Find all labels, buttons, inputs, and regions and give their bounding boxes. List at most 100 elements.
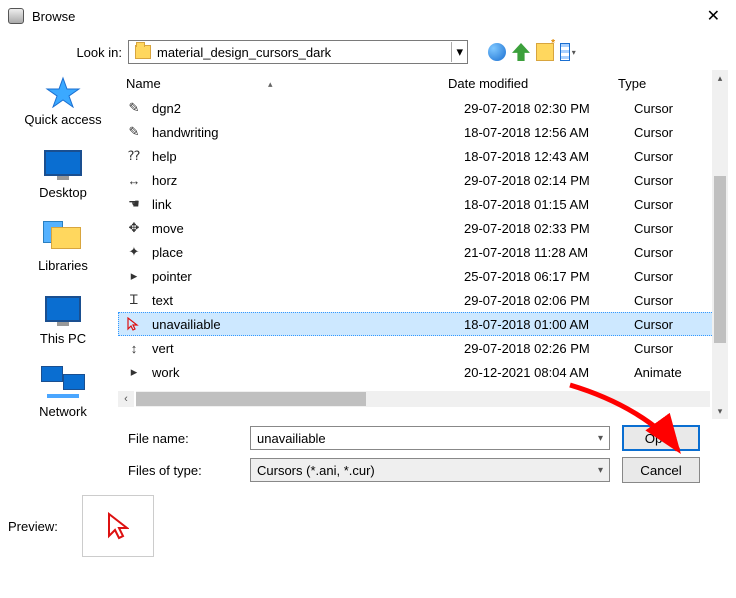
place-desktop[interactable]: Desktop bbox=[39, 145, 87, 200]
place-label: Network bbox=[39, 404, 87, 419]
file-row[interactable]: ✎dgn229-07-2018 02:30 PMCursor bbox=[118, 96, 728, 120]
file-row[interactable]: ▸pointer25-07-2018 06:17 PMCursor bbox=[118, 264, 728, 288]
chevron-down-icon[interactable]: ▾ bbox=[598, 465, 603, 476]
places-bar: Quick access Desktop Libraries This PC N… bbox=[8, 70, 118, 419]
file-name: link bbox=[152, 197, 464, 212]
vresize-icon: ↕ bbox=[126, 340, 142, 356]
file-row[interactable]: ↕vert29-07-2018 02:26 PMCursor bbox=[118, 336, 728, 360]
file-date: 21-07-2018 11:28 AM bbox=[464, 245, 634, 260]
scroll-down-icon[interactable]: ▾ bbox=[712, 403, 728, 419]
titlebar: Browse ✕ bbox=[0, 0, 736, 32]
quick-access-icon bbox=[45, 76, 81, 108]
file-row[interactable]: ✎handwriting18-07-2018 12:56 AMCursor bbox=[118, 120, 728, 144]
pen-icon: ✎ bbox=[126, 100, 142, 116]
filename-value: unavailiable bbox=[257, 431, 598, 446]
file-date: 18-07-2018 12:43 AM bbox=[464, 149, 634, 164]
file-date: 29-07-2018 02:14 PM bbox=[464, 173, 634, 188]
file-date: 29-07-2018 02:33 PM bbox=[464, 221, 634, 236]
scroll-up-icon[interactable]: ▴ bbox=[712, 70, 728, 86]
filename-label: File name: bbox=[128, 431, 238, 446]
file-name: dgn2 bbox=[152, 101, 464, 116]
file-row[interactable]: ▸work20-12-2021 08:04 AMAnimate bbox=[118, 360, 728, 384]
scroll-left-icon[interactable]: ‹ bbox=[118, 391, 134, 407]
file-date: 20-12-2021 08:04 AM bbox=[464, 365, 634, 380]
sort-indicator-icon: ▴ bbox=[268, 79, 273, 90]
place-quick-access[interactable]: Quick access bbox=[24, 76, 101, 127]
file-date: 29-07-2018 02:30 PM bbox=[464, 101, 634, 116]
lookin-value: material_design_cursors_dark bbox=[157, 45, 451, 60]
horizontal-scrollbar[interactable]: ‹ › bbox=[118, 390, 728, 408]
file-row[interactable]: Ꮖtext29-07-2018 02:06 PMCursor bbox=[118, 288, 728, 312]
vertical-scrollbar[interactable]: ▴ ▾ bbox=[712, 70, 728, 419]
column-header-name[interactable]: Name▴ bbox=[118, 76, 448, 91]
hresize-icon: ↔ bbox=[126, 172, 142, 188]
file-name: place bbox=[152, 245, 464, 260]
unav-icon bbox=[126, 316, 142, 332]
help-icon: ⁇ bbox=[126, 148, 142, 164]
place-label: Quick access bbox=[24, 112, 101, 127]
place-label: Libraries bbox=[38, 258, 88, 273]
file-name: pointer bbox=[152, 269, 464, 284]
preview-cursor-icon bbox=[107, 512, 129, 540]
app-icon bbox=[8, 8, 24, 24]
file-name: move bbox=[152, 221, 464, 236]
open-button[interactable]: Open bbox=[622, 425, 700, 451]
network-icon bbox=[41, 364, 85, 400]
file-row[interactable]: ⁇help18-07-2018 12:43 AMCursor bbox=[118, 144, 728, 168]
folder-icon bbox=[135, 45, 151, 59]
chevron-down-icon[interactable]: ▾ bbox=[451, 42, 467, 62]
desktop-icon bbox=[41, 145, 85, 181]
thispc-icon bbox=[41, 291, 85, 327]
filetype-select[interactable]: Cursors (*.ani, *.cur) ▾ bbox=[250, 458, 610, 482]
window-title: Browse bbox=[32, 9, 699, 24]
cross-icon: ✦ bbox=[126, 244, 142, 260]
hscroll-thumb[interactable] bbox=[136, 392, 366, 406]
filetype-label: Files of type: bbox=[128, 463, 238, 478]
ptr-icon: ▸ bbox=[126, 364, 142, 380]
file-date: 29-07-2018 02:26 PM bbox=[464, 341, 634, 356]
ptr-icon: ▸ bbox=[126, 268, 142, 284]
file-row[interactable]: ✥move29-07-2018 02:33 PMCursor bbox=[118, 216, 728, 240]
close-icon[interactable]: ✕ bbox=[699, 6, 728, 26]
file-name: work bbox=[152, 365, 464, 380]
lookin-combo[interactable]: material_design_cursors_dark ▾ bbox=[128, 40, 468, 64]
file-date: 25-07-2018 06:17 PM bbox=[464, 269, 634, 284]
lookin-label: Look in: bbox=[8, 45, 128, 60]
column-header-date[interactable]: Date modified bbox=[448, 76, 618, 91]
hand-icon: ☚ bbox=[126, 196, 142, 212]
pen-icon: ✎ bbox=[126, 124, 142, 140]
file-name: help bbox=[152, 149, 464, 164]
file-list: Name▴ Date modified Type ✎dgn229-07-2018… bbox=[118, 70, 728, 419]
libraries-icon bbox=[41, 218, 85, 254]
place-libraries[interactable]: Libraries bbox=[38, 218, 88, 273]
file-date: 18-07-2018 01:15 AM bbox=[464, 197, 634, 212]
file-name: unavailiable bbox=[152, 317, 464, 332]
file-row[interactable]: ☚link18-07-2018 01:15 AMCursor bbox=[118, 192, 728, 216]
preview-label: Preview: bbox=[8, 519, 58, 534]
filename-input[interactable]: unavailiable ▾ bbox=[250, 426, 610, 450]
cancel-button[interactable]: Cancel bbox=[622, 457, 700, 483]
file-row[interactable]: ↔horz29-07-2018 02:14 PMCursor bbox=[118, 168, 728, 192]
preview-pane bbox=[82, 495, 154, 557]
file-name: vert bbox=[152, 341, 464, 356]
file-date: 29-07-2018 02:06 PM bbox=[464, 293, 634, 308]
place-label: Desktop bbox=[39, 185, 87, 200]
chevron-down-icon[interactable]: ▾ bbox=[598, 433, 603, 444]
up-one-level-icon[interactable] bbox=[512, 43, 530, 61]
file-date: 18-07-2018 01:00 AM bbox=[464, 317, 634, 332]
file-row[interactable]: ✦place21-07-2018 11:28 AMCursor bbox=[118, 240, 728, 264]
web-icon[interactable] bbox=[488, 43, 506, 61]
file-date: 18-07-2018 12:56 AM bbox=[464, 125, 634, 140]
views-icon[interactable]: ▾ bbox=[560, 43, 578, 61]
file-name: text bbox=[152, 293, 464, 308]
place-thispc[interactable]: This PC bbox=[40, 291, 86, 346]
place-network[interactable]: Network bbox=[39, 364, 87, 419]
file-name: handwriting bbox=[152, 125, 464, 140]
filetype-value: Cursors (*.ani, *.cur) bbox=[257, 463, 598, 478]
file-row[interactable]: unavailiable18-07-2018 01:00 AMCursor bbox=[118, 312, 728, 336]
move-icon: ✥ bbox=[126, 220, 142, 236]
vscroll-thumb[interactable] bbox=[714, 176, 726, 343]
ibeam-icon: Ꮖ bbox=[126, 292, 142, 308]
file-name: horz bbox=[152, 173, 464, 188]
new-folder-icon[interactable] bbox=[536, 43, 554, 61]
